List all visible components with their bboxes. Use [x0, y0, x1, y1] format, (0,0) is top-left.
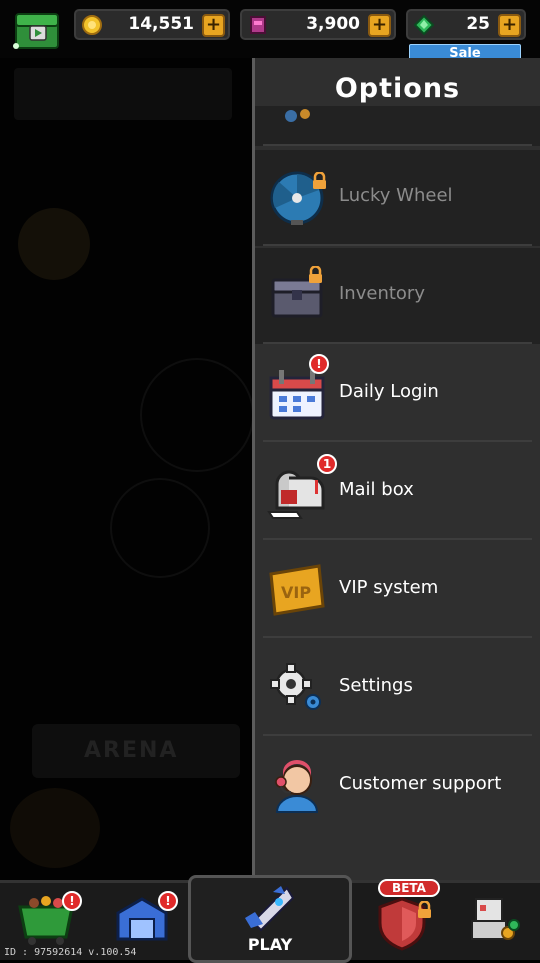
divider: [263, 636, 532, 638]
background-banner: [14, 68, 232, 120]
add-coins-button[interactable]: +: [202, 14, 225, 37]
spaceship-icon: [245, 886, 295, 932]
background-arena-label: ARENA: [84, 738, 179, 763]
lock-icon: [418, 901, 431, 918]
options-item-daily-login[interactable]: ! Daily Login: [255, 346, 540, 442]
daily-login-alert-badge: !: [309, 354, 329, 374]
coin-amount: 14,551: [128, 14, 194, 34]
robot-gold-icon[interactable]: [462, 889, 526, 949]
settings-label: Settings: [339, 675, 413, 696]
mail-box-alert-badge: 1: [317, 454, 337, 474]
gear-icon: [270, 663, 321, 710]
divider: [263, 734, 532, 736]
options-item-vip-system[interactable]: VIP VIP system: [255, 542, 540, 638]
vip-system-label: VIP system: [339, 577, 439, 598]
divider: [263, 342, 532, 344]
options-item-mail-box[interactable]: 1 Mail box: [255, 444, 540, 540]
divider: [263, 244, 532, 246]
options-item-lucky-wheel[interactable]: Lucky Wheel: [255, 150, 540, 246]
play-button[interactable]: PLAY: [188, 875, 352, 963]
divider: [263, 440, 532, 442]
background-ring-2: [140, 358, 252, 472]
background-arena-button: ARENA: [32, 724, 240, 778]
svg-text:VIP: VIP: [281, 583, 311, 602]
vip-card-icon: VIP: [269, 564, 325, 616]
coin-counter: 14,551 +: [74, 9, 230, 40]
green-gem-icon: [414, 15, 434, 35]
support-agent-icon: [275, 760, 319, 813]
beta-badge: BETA: [378, 879, 440, 897]
mail-box-label: Mail box: [339, 479, 414, 500]
red-gem-icon: [250, 16, 266, 34]
add-green-gems-button[interactable]: +: [498, 14, 521, 37]
hangar-alert-badge: !: [158, 891, 178, 911]
options-item-settings[interactable]: Settings: [255, 640, 540, 736]
background-game-screen: ARENA: [0, 58, 252, 880]
divider: [263, 144, 532, 146]
options-item-customer-support[interactable]: Customer support: [255, 738, 540, 834]
add-red-gems-button[interactable]: +: [368, 14, 391, 37]
bottom-nav: ! ! PLAY BETA ID : 97592614 v.100.54: [0, 875, 540, 963]
red-gem-amount: 3,900: [306, 14, 360, 34]
lock-icon: [313, 172, 326, 189]
divider: [263, 538, 532, 540]
top-bar: 14,551 + 3,900 + 25 + Sale: [0, 0, 540, 63]
options-item-hidden: [255, 106, 540, 146]
coin-icon: [82, 15, 102, 35]
treasure-chest-icon[interactable]: [10, 6, 64, 52]
shop-alert-badge: !: [62, 891, 82, 911]
play-label: PLAY: [247, 935, 293, 954]
lock-icon: [309, 266, 322, 283]
customer-support-label: Customer support: [339, 773, 502, 794]
red-gem-counter: 3,900 +: [240, 9, 396, 40]
mailbox-icon: [267, 470, 325, 519]
daily-login-label: Daily Login: [339, 381, 439, 402]
green-gem-amount: 25: [466, 14, 490, 34]
scrolled-item-icon: [285, 109, 310, 122]
inventory-label: Inventory: [339, 283, 425, 304]
panel-title: Options: [334, 73, 461, 104]
options-panel: Options Lucky Wheel Inventory ! Daily Lo…: [252, 58, 540, 880]
id-version-text: ID : 97592614 v.100.54: [4, 947, 137, 958]
options-item-inventory[interactable]: Inventory: [255, 248, 540, 344]
green-gem-counter: 25 +: [406, 9, 526, 40]
background-planet: [18, 208, 90, 280]
background-planet-2: [10, 788, 100, 868]
background-ring: [110, 478, 210, 578]
lucky-wheel-label: Lucky Wheel: [339, 185, 453, 206]
